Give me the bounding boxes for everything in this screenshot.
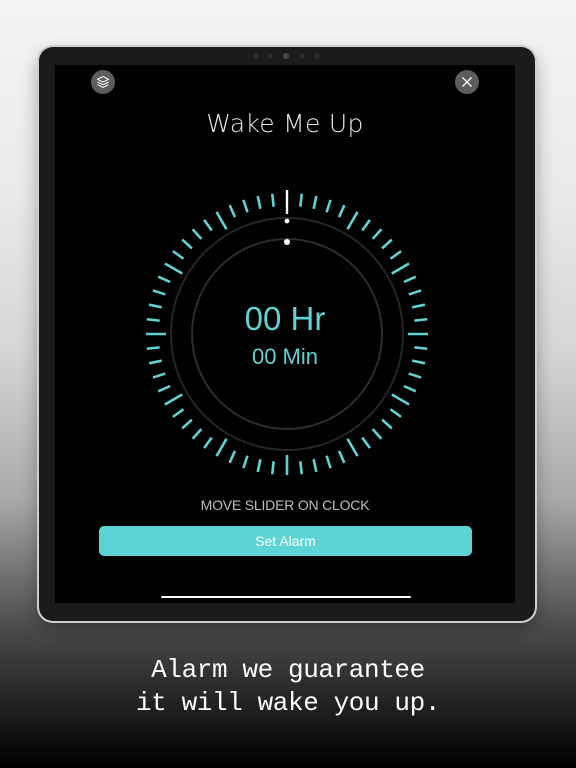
dial-tick <box>172 250 185 260</box>
dial-tick <box>152 372 166 379</box>
dial-tick <box>228 204 237 218</box>
dial-tick <box>242 199 249 213</box>
hour-slider-handle[interactable] <box>284 239 290 245</box>
dial-tick <box>371 428 383 440</box>
minute-slider-handle[interactable] <box>284 218 290 224</box>
layers-button[interactable] <box>91 70 115 94</box>
app-screen: Wake Me Up 00 Hr 00 Min MOVE SLIDER ON C… <box>55 65 515 603</box>
dial-tick <box>299 193 304 207</box>
dial-tick <box>203 436 213 449</box>
dial-tick <box>157 275 171 284</box>
dial-tick <box>403 275 417 284</box>
sensor-dot <box>253 53 259 59</box>
dial-tick <box>337 450 346 464</box>
dial-tick <box>325 455 332 469</box>
dial-tick <box>242 455 249 469</box>
dial-tick <box>191 428 203 440</box>
layers-icon <box>96 75 110 88</box>
dial-tick <box>191 228 203 240</box>
dial-tick <box>408 289 422 296</box>
dial-tick <box>228 450 237 464</box>
dial-tick-major <box>164 393 183 406</box>
dial-tick <box>181 418 193 430</box>
minutes-readout: 00 Min <box>251 344 319 369</box>
sensor-dot <box>267 53 273 59</box>
dial-tick <box>325 199 332 213</box>
dial-tick-major <box>215 438 228 457</box>
dial-tick <box>408 372 422 379</box>
dial-tick <box>172 408 185 418</box>
dial-tick-major <box>391 262 410 275</box>
dial-tick-major <box>215 211 228 230</box>
dial-tick <box>389 408 402 418</box>
dial-tick <box>157 384 171 393</box>
close-icon <box>462 77 472 87</box>
dial-tick <box>256 195 262 210</box>
dial-tick <box>270 461 275 475</box>
hours-readout: 00 Hr <box>244 300 326 337</box>
dial-tick <box>152 289 166 296</box>
dial-tick <box>403 384 417 393</box>
dial-tick <box>361 436 371 449</box>
sensor-dot <box>299 53 305 59</box>
dial-tick <box>312 458 318 473</box>
camera-row <box>39 50 535 62</box>
dial-tick-major <box>164 262 183 275</box>
app-title: Wake Me Up <box>206 109 364 138</box>
dial-tick <box>270 193 275 207</box>
dial-tick-major <box>346 211 359 230</box>
camera-dot <box>283 53 289 59</box>
promo-caption-line-2: it will wake you up. <box>135 688 441 718</box>
dial-tick-major <box>346 438 359 457</box>
dial-tick <box>371 228 383 240</box>
device-frame: Wake Me Up 00 Hr 00 Min MOVE SLIDER ON C… <box>39 47 535 621</box>
dial-tick <box>203 219 213 232</box>
promo-caption-line-1: Alarm we guarantee <box>151 655 425 685</box>
dial-tick <box>389 250 402 260</box>
dial-tick <box>361 219 371 232</box>
home-indicator[interactable] <box>161 596 411 598</box>
sensor-dot <box>314 53 320 59</box>
dial-tick-major <box>391 393 410 406</box>
close-button[interactable] <box>455 70 479 94</box>
dial-tick <box>381 238 393 250</box>
dial-tick <box>337 204 346 218</box>
dial-tick <box>381 418 393 430</box>
dial-tick <box>299 461 304 475</box>
dial-tick <box>256 458 262 473</box>
dial-tick <box>181 238 193 250</box>
dial-tick <box>312 195 318 210</box>
slider-hint: MOVE SLIDER ON CLOCK <box>200 497 370 513</box>
set-alarm-button[interactable]: Set Alarm <box>99 526 472 556</box>
